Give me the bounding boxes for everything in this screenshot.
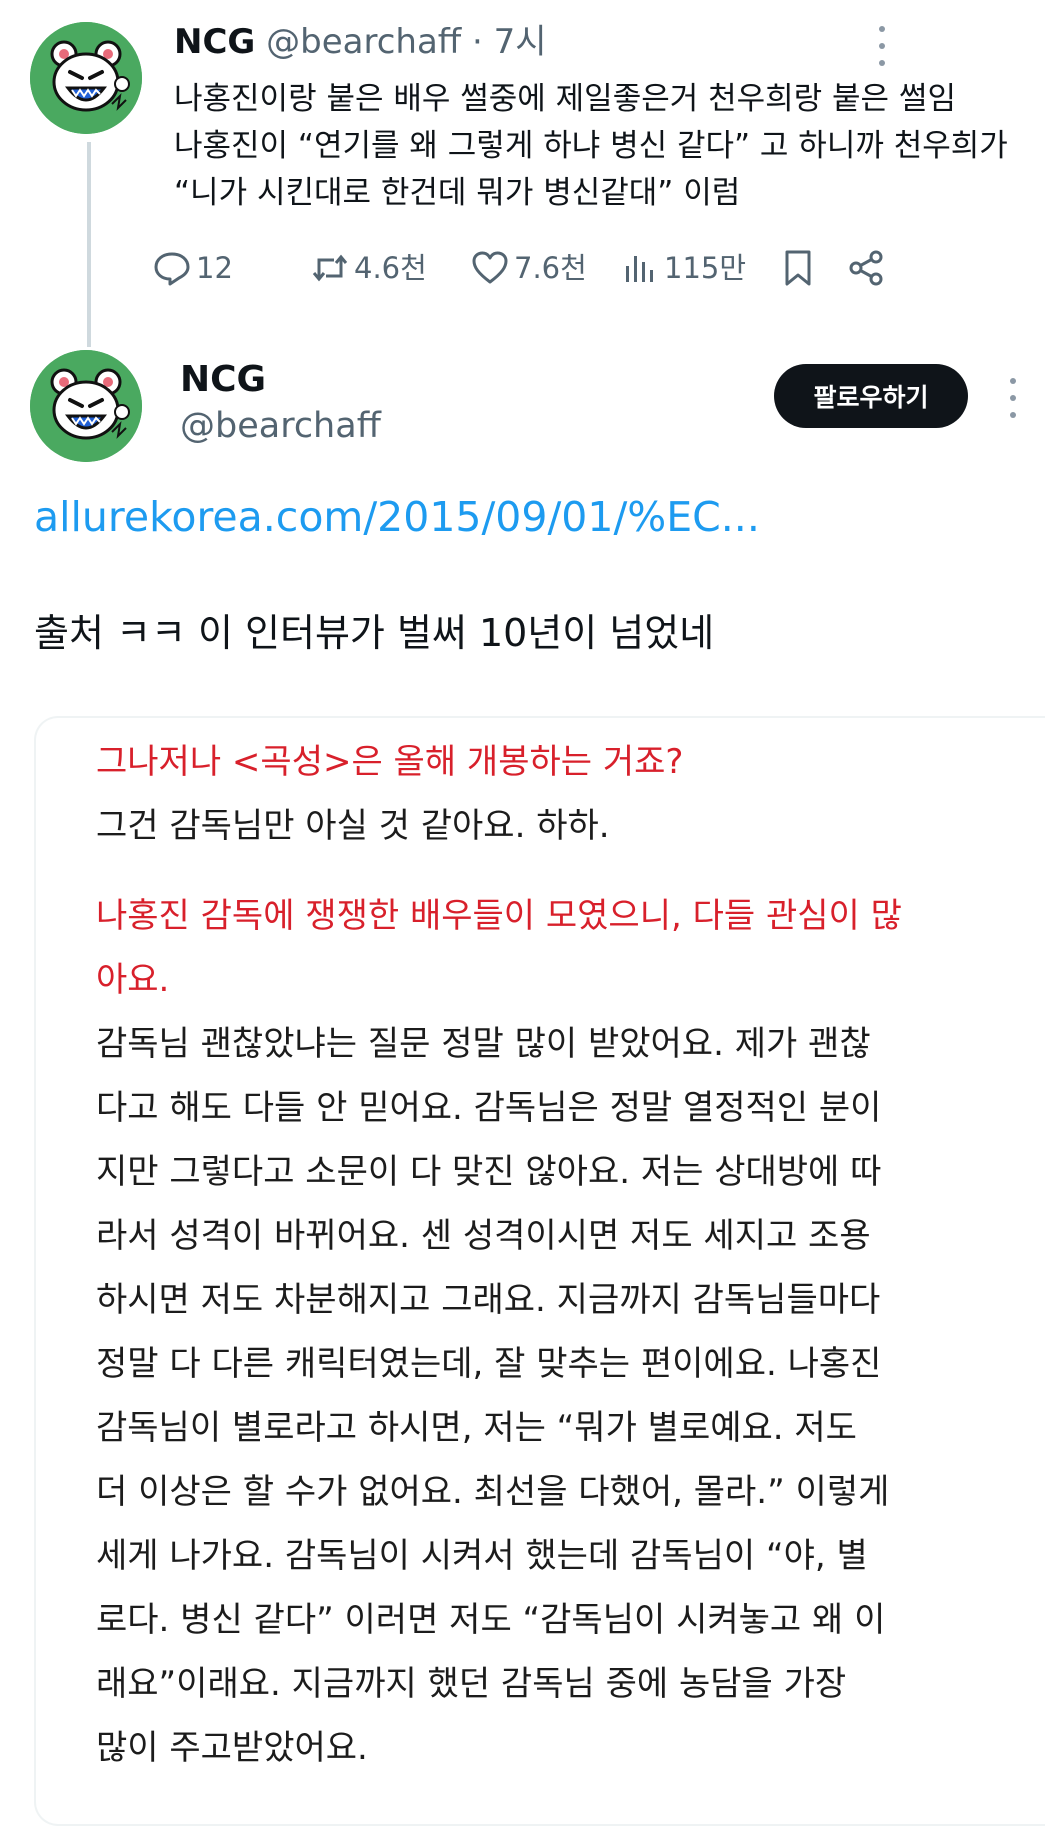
interview-answer: 세게 나가요. 감독님이 시켜서 했는데 감독님이 “야, 별 — [96, 1536, 868, 1576]
interview-answer: 감독님 괜찮았냐는 질문 정말 많이 받았어요. 제가 괜찮 — [96, 1024, 871, 1064]
author-name[interactable]: NCG — [180, 358, 266, 402]
follow-button[interactable]: 팔로우하기 — [774, 364, 968, 428]
speech-bubble-icon — [154, 252, 190, 286]
post-text-line: 나홍진이 “연기를 왜 그렇게 하냐 병신 같다” 고 하니까 천우희가 — [174, 128, 1008, 164]
more-options-icon[interactable] — [877, 26, 887, 66]
interview-question: 아요. — [96, 960, 170, 1000]
bookmark-icon — [785, 250, 811, 286]
header-separator: · — [472, 22, 483, 62]
interview-question: 그나저나 <곡성>은 올해 개봉하는 거죠? — [96, 742, 684, 782]
interview-answer: 로다. 병신 같다” 이러면 저도 “감독님이 시켜놓고 왜 이 — [96, 1600, 886, 1640]
reply-button[interactable]: 12 — [152, 248, 233, 288]
interview-answer: 많이 주고받았어요. — [96, 1728, 368, 1768]
post-text-line: 나홍진이랑 붙은 배우 썰중에 제일좋은거 천우희랑 붙은 썰임 — [174, 81, 956, 117]
views-count: 115만 — [664, 251, 747, 285]
interview-answer: 다고 해도 다들 안 믿어요. 감독님은 정말 열정적인 분이 — [96, 1088, 882, 1128]
like-button[interactable]: 7.6천 — [470, 248, 587, 288]
thread-connector-line — [87, 142, 91, 347]
cartoon-bear-avatar-icon — [30, 350, 142, 462]
interview-answer: 더 이상은 할 수가 없어요. 최선을 다했어, 몰라.” 이렇게 — [96, 1472, 890, 1512]
views-button[interactable]: 115만 — [620, 248, 746, 288]
repost-arrows-icon — [312, 254, 348, 282]
interview-answer: 그건 감독님만 아실 것 같아요. 하하. — [96, 806, 610, 846]
reply-count: 12 — [196, 251, 233, 285]
article-body: 그나저나 <곡성>은 올해 개봉하는 거죠? 그건 감독님만 아실 것 같아요.… — [96, 730, 1016, 1780]
repost-count: 4.6천 — [354, 251, 427, 285]
post-text-line: “니가 시킨대로 한건데 뭐가 병신같대” 이럼 — [174, 175, 741, 211]
share-icon — [849, 250, 883, 286]
bar-chart-icon — [626, 256, 653, 282]
author-avatar[interactable] — [30, 22, 142, 134]
repost-button[interactable]: 4.6천 — [310, 248, 427, 288]
post-timestamp[interactable]: 7시 — [494, 22, 547, 62]
share-button[interactable] — [846, 248, 886, 288]
post-action-bar: 12 4.6천 7.6천 115만 — [0, 248, 1045, 296]
interview-answer: 지만 그렇다고 소문이 다 맞진 않아요. 저는 상대방에 따 — [96, 1152, 882, 1192]
post-text: 출처 ㅋㅋ 이 인터뷰가 벌써 10년이 넘었네 — [34, 611, 715, 655]
interview-answer: 감독님이 별로라고 하시면, 저는 “뭐가 별로예요. 저도 — [96, 1408, 857, 1448]
interview-answer: 하시면 저도 차분해지고 그래요. 지금까지 감독님들마다 — [96, 1280, 881, 1320]
interview-answer: 래요”이래요. 지금까지 했던 감독님 중에 농담을 가장 — [96, 1664, 847, 1704]
interview-answer: 정말 다 다른 캐릭터였는데, 잘 맞추는 편이에요. 나홍진 — [96, 1344, 882, 1384]
article-link[interactable]: allurekorea.com/2015/09/01/%EC... — [34, 490, 760, 544]
post-text: 나홍진이랑 붙은 배우 썰중에 제일좋은거 천우희랑 붙은 썰임 나홍진이 “연… — [174, 76, 1008, 217]
article-image-card[interactable]: 그나저나 <곡성>은 올해 개봉하는 거죠? 그건 감독님만 아실 것 같아요.… — [34, 716, 1045, 1826]
like-count: 7.6천 — [514, 251, 587, 285]
post-header: NCG @bearchaff · 7시 — [174, 22, 547, 62]
author-name[interactable]: NCG — [174, 22, 255, 62]
author-avatar[interactable] — [30, 350, 142, 462]
cartoon-bear-avatar-icon — [30, 22, 142, 134]
more-options-icon[interactable] — [1008, 378, 1018, 418]
bookmark-button[interactable] — [778, 248, 818, 288]
author-handle[interactable]: @bearchaff — [266, 22, 461, 62]
author-handle[interactable]: @bearchaff — [180, 404, 381, 448]
interview-answer: 라서 성격이 바뀌어요. 센 성격이시면 저도 세지고 조용 — [96, 1216, 871, 1256]
heart-icon — [472, 251, 508, 284]
interview-question: 나홍진 감독에 쟁쟁한 배우들이 모였으니, 다들 관심이 많 — [96, 896, 902, 936]
